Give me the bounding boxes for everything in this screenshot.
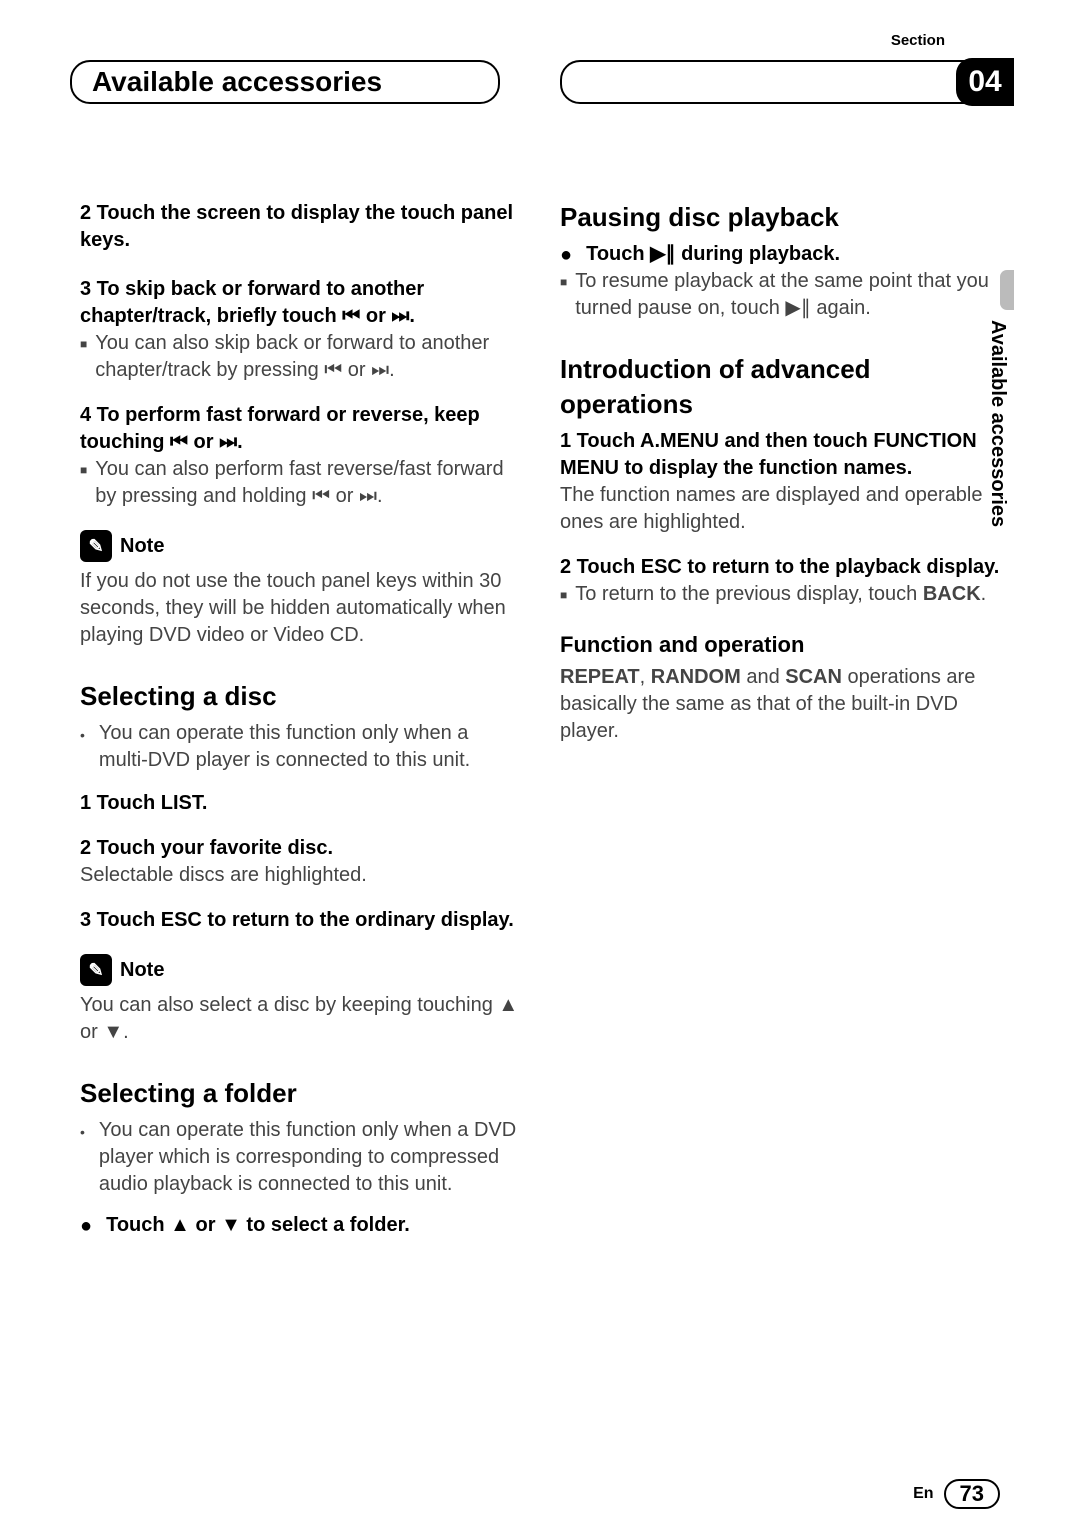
- content-columns: 2 Touch the screen to display the touch …: [80, 200, 1000, 1239]
- fo-sep1: ,: [640, 666, 651, 688]
- fo-random: RANDOM: [651, 666, 741, 688]
- pause-note: ■ To resume playback at the same point t…: [560, 268, 1000, 322]
- disc-step-2-body: Selectable discs are highlighted.: [80, 862, 520, 889]
- column-right: Pausing disc playback ● Touch ▶∥ during …: [560, 200, 1000, 1239]
- adv-step-2-note: ■ To return to the previous display, tou…: [560, 581, 1000, 608]
- folder-action: ● Touch ▲ or ▼ to select a folder.: [80, 1212, 520, 1239]
- header-pill-right: [560, 60, 1010, 104]
- manual-page: Section Available accessories 04 Availab…: [80, 40, 1000, 1489]
- chapter-title: Available accessories: [92, 66, 382, 98]
- adv-step-1-body: The function names are displayed and ope…: [560, 482, 1000, 536]
- disc-step-3: 3 Touch ESC to return to the ordinary di…: [80, 907, 520, 934]
- page-footer: En 73: [913, 1479, 1000, 1509]
- disc-bullet: • You can operate this function only whe…: [80, 720, 520, 774]
- note-2-header: ✎ Note: [80, 954, 520, 986]
- adv-step-2-note-text: To return to the previous display, touch…: [575, 581, 986, 608]
- step-4-note: ■ You can also perform fast reverse/fast…: [80, 456, 520, 510]
- step-3: 3 To skip back or forward to another cha…: [80, 276, 520, 330]
- fo-sep2: and: [741, 666, 785, 688]
- adv-note-bold: BACK: [923, 583, 981, 605]
- step-4-note-text: You can also perform fast reverse/fast f…: [95, 456, 520, 510]
- bullet-large-icon: ●: [560, 245, 572, 268]
- note-2-body: You can also select a disc by keeping to…: [80, 992, 520, 1046]
- function-operation-body: REPEAT, RANDOM and SCAN operations are b…: [560, 664, 1000, 745]
- adv-step-2: 2 Touch ESC to return to the playback di…: [560, 554, 1000, 581]
- chapter-number-badge: 04: [956, 58, 1014, 106]
- pencil-icon: ✎: [80, 530, 112, 562]
- heading-selecting-disc: Selecting a disc: [80, 679, 520, 714]
- page-header: Section Available accessories 04: [80, 40, 1000, 110]
- pause-action-text: Touch ▶∥ during playback.: [586, 241, 840, 268]
- chapter-title-pill: Available accessories: [70, 60, 500, 104]
- bullet-square-icon: ■: [560, 274, 567, 322]
- folder-action-text: Touch ▲ or ▼ to select a folder.: [106, 1212, 410, 1239]
- step-3-note: ■ You can also skip back or forward to a…: [80, 330, 520, 384]
- note-1-body: If you do not use the touch panel keys w…: [80, 568, 520, 649]
- section-label: Section: [891, 32, 945, 49]
- bullet-large-icon: ●: [80, 1216, 92, 1239]
- step-4: 4 To perform fast forward or reverse, ke…: [80, 402, 520, 456]
- note-label: Note: [120, 533, 164, 560]
- note-label: Note: [120, 957, 164, 984]
- bullet-square-icon: ■: [80, 462, 87, 510]
- pause-action: ● Touch ▶∥ during playback.: [560, 241, 1000, 268]
- footer-lang: En: [913, 1485, 933, 1503]
- step-2: 2 Touch the screen to display the touch …: [80, 200, 520, 254]
- heading-advanced: Introduction of advanced operations: [560, 352, 1000, 422]
- bullet-square-icon: ■: [560, 587, 567, 608]
- fo-scan: SCAN: [785, 666, 842, 688]
- footer-page-number: 73: [944, 1479, 1000, 1509]
- heading-pausing: Pausing disc playback: [560, 200, 1000, 235]
- folder-bullet-text: You can operate this function only when …: [99, 1117, 520, 1198]
- heading-function-operation: Function and operation: [560, 630, 1000, 660]
- adv-note-pre: To return to the previous display, touch: [575, 583, 923, 605]
- step-3-note-text: You can also skip back or forward to ano…: [95, 330, 520, 384]
- disc-step-1: 1 Touch LIST.: [80, 790, 520, 817]
- adv-note-post: .: [981, 583, 987, 605]
- bullet-dot-icon: •: [80, 1123, 85, 1198]
- bullet-dot-icon: •: [80, 726, 85, 774]
- pencil-icon: ✎: [80, 954, 112, 986]
- bullet-square-icon: ■: [80, 336, 87, 384]
- fo-repeat: REPEAT: [560, 666, 640, 688]
- disc-step-2: 2 Touch your favorite disc.: [80, 835, 520, 862]
- disc-bullet-text: You can operate this function only when …: [99, 720, 520, 774]
- pause-note-text: To resume playback at the same point tha…: [575, 268, 1000, 322]
- note-1-header: ✎ Note: [80, 530, 520, 562]
- folder-bullet: • You can operate this function only whe…: [80, 1117, 520, 1198]
- heading-selecting-folder: Selecting a folder: [80, 1076, 520, 1111]
- column-left: 2 Touch the screen to display the touch …: [80, 200, 520, 1239]
- adv-step-1: 1 Touch A.MENU and then touch FUNCTION M…: [560, 428, 1000, 482]
- thumb-index-gray: [1000, 270, 1014, 310]
